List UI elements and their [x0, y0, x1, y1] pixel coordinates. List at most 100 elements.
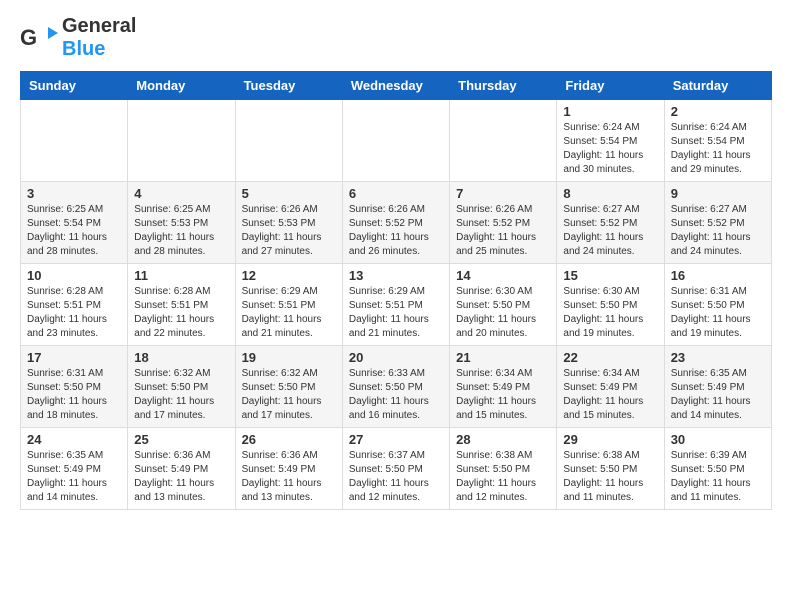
daylight: Daylight: 11 hours and 22 minutes. — [134, 314, 214, 339]
calendar-week-4: 17 Sunrise: 6:31 AM Sunset: 5:50 PM Dayl… — [21, 346, 772, 428]
daylight: Daylight: 11 hours and 12 minutes. — [349, 478, 429, 503]
day-number: 17 — [27, 350, 121, 365]
header-monday: Monday — [128, 72, 235, 100]
sunset: Sunset: 5:50 PM — [27, 382, 101, 393]
daylight: Daylight: 11 hours and 15 minutes. — [563, 396, 643, 421]
svg-text:G: G — [20, 25, 37, 50]
sunrise: Sunrise: 6:29 AM — [349, 286, 425, 297]
daylight: Daylight: 11 hours and 17 minutes. — [134, 396, 214, 421]
day-info: Sunrise: 6:34 AM Sunset: 5:49 PM Dayligh… — [563, 367, 657, 423]
day-number: 27 — [349, 432, 443, 447]
day-info: Sunrise: 6:26 AM Sunset: 5:52 PM Dayligh… — [456, 203, 550, 259]
daylight: Daylight: 11 hours and 14 minutes. — [671, 396, 751, 421]
daylight: Daylight: 11 hours and 21 minutes. — [349, 314, 429, 339]
calendar-cell: 1 Sunrise: 6:24 AM Sunset: 5:54 PM Dayli… — [557, 100, 664, 182]
sunrise: Sunrise: 6:38 AM — [456, 450, 532, 461]
sunset: Sunset: 5:50 PM — [242, 382, 316, 393]
daylight: Daylight: 11 hours and 18 minutes. — [27, 396, 107, 421]
calendar-cell: 4 Sunrise: 6:25 AM Sunset: 5:53 PM Dayli… — [128, 182, 235, 264]
calendar-cell: 11 Sunrise: 6:28 AM Sunset: 5:51 PM Dayl… — [128, 264, 235, 346]
sunrise: Sunrise: 6:34 AM — [456, 368, 532, 379]
daylight: Daylight: 11 hours and 29 minutes. — [671, 150, 751, 175]
day-info: Sunrise: 6:33 AM Sunset: 5:50 PM Dayligh… — [349, 367, 443, 423]
day-info: Sunrise: 6:37 AM Sunset: 5:50 PM Dayligh… — [349, 449, 443, 505]
sunrise: Sunrise: 6:26 AM — [456, 204, 532, 215]
logo-blue: Blue — [62, 38, 105, 60]
sunrise: Sunrise: 6:31 AM — [27, 368, 103, 379]
calendar-cell: 6 Sunrise: 6:26 AM Sunset: 5:52 PM Dayli… — [342, 182, 449, 264]
sunset: Sunset: 5:50 PM — [563, 464, 637, 475]
daylight: Daylight: 11 hours and 24 minutes. — [563, 232, 643, 257]
sunrise: Sunrise: 6:37 AM — [349, 450, 425, 461]
sunset: Sunset: 5:50 PM — [456, 464, 530, 475]
day-info: Sunrise: 6:35 AM Sunset: 5:49 PM Dayligh… — [27, 449, 121, 505]
day-number: 11 — [134, 268, 228, 283]
day-info: Sunrise: 6:34 AM Sunset: 5:49 PM Dayligh… — [456, 367, 550, 423]
day-number: 3 — [27, 186, 121, 201]
daylight: Daylight: 11 hours and 13 minutes. — [134, 478, 214, 503]
calendar-cell: 13 Sunrise: 6:29 AM Sunset: 5:51 PM Dayl… — [342, 264, 449, 346]
sunset: Sunset: 5:50 PM — [671, 464, 745, 475]
sunset: Sunset: 5:49 PM — [563, 382, 637, 393]
day-info: Sunrise: 6:28 AM Sunset: 5:51 PM Dayligh… — [27, 285, 121, 341]
calendar-week-3: 10 Sunrise: 6:28 AM Sunset: 5:51 PM Dayl… — [21, 264, 772, 346]
daylight: Daylight: 11 hours and 27 minutes. — [242, 232, 322, 257]
daylight: Daylight: 11 hours and 28 minutes. — [134, 232, 214, 257]
calendar-cell: 18 Sunrise: 6:32 AM Sunset: 5:50 PM Dayl… — [128, 346, 235, 428]
sunrise: Sunrise: 6:32 AM — [242, 368, 318, 379]
day-number: 2 — [671, 104, 765, 119]
calendar-cell: 17 Sunrise: 6:31 AM Sunset: 5:50 PM Dayl… — [21, 346, 128, 428]
sunset: Sunset: 5:53 PM — [134, 218, 208, 229]
day-info: Sunrise: 6:27 AM Sunset: 5:52 PM Dayligh… — [563, 203, 657, 259]
sunrise: Sunrise: 6:32 AM — [134, 368, 210, 379]
day-number: 16 — [671, 268, 765, 283]
sunset: Sunset: 5:52 PM — [563, 218, 637, 229]
calendar-cell: 12 Sunrise: 6:29 AM Sunset: 5:51 PM Dayl… — [235, 264, 342, 346]
day-number: 22 — [563, 350, 657, 365]
calendar-cell: 23 Sunrise: 6:35 AM Sunset: 5:49 PM Dayl… — [664, 346, 771, 428]
calendar-cell — [128, 100, 235, 182]
day-number: 13 — [349, 268, 443, 283]
day-number: 25 — [134, 432, 228, 447]
header-sunday: Sunday — [21, 72, 128, 100]
calendar-cell: 20 Sunrise: 6:33 AM Sunset: 5:50 PM Dayl… — [342, 346, 449, 428]
day-number: 21 — [456, 350, 550, 365]
daylight: Daylight: 11 hours and 11 minutes. — [563, 478, 643, 503]
daylight: Daylight: 11 hours and 26 minutes. — [349, 232, 429, 257]
calendar-week-5: 24 Sunrise: 6:35 AM Sunset: 5:49 PM Dayl… — [21, 428, 772, 510]
header-wednesday: Wednesday — [342, 72, 449, 100]
day-info: Sunrise: 6:26 AM Sunset: 5:52 PM Dayligh… — [349, 203, 443, 259]
sunset: Sunset: 5:49 PM — [671, 382, 745, 393]
day-number: 18 — [134, 350, 228, 365]
daylight: Daylight: 11 hours and 12 minutes. — [456, 478, 536, 503]
sunset: Sunset: 5:50 PM — [456, 300, 530, 311]
sunset: Sunset: 5:51 PM — [27, 300, 101, 311]
day-info: Sunrise: 6:24 AM Sunset: 5:54 PM Dayligh… — [671, 121, 765, 177]
calendar-cell: 8 Sunrise: 6:27 AM Sunset: 5:52 PM Dayli… — [557, 182, 664, 264]
day-number: 5 — [242, 186, 336, 201]
logo: G General Blue — [20, 15, 136, 61]
sunset: Sunset: 5:52 PM — [671, 218, 745, 229]
sunset: Sunset: 5:50 PM — [349, 464, 423, 475]
sunrise: Sunrise: 6:24 AM — [563, 122, 639, 133]
daylight: Daylight: 11 hours and 24 minutes. — [671, 232, 751, 257]
day-info: Sunrise: 6:25 AM Sunset: 5:53 PM Dayligh… — [134, 203, 228, 259]
calendar-cell: 29 Sunrise: 6:38 AM Sunset: 5:50 PM Dayl… — [557, 428, 664, 510]
day-number: 7 — [456, 186, 550, 201]
day-info: Sunrise: 6:39 AM Sunset: 5:50 PM Dayligh… — [671, 449, 765, 505]
day-number: 29 — [563, 432, 657, 447]
day-info: Sunrise: 6:30 AM Sunset: 5:50 PM Dayligh… — [456, 285, 550, 341]
calendar-cell: 10 Sunrise: 6:28 AM Sunset: 5:51 PM Dayl… — [21, 264, 128, 346]
sunrise: Sunrise: 6:27 AM — [563, 204, 639, 215]
page-header: G General Blue — [20, 15, 772, 61]
sunrise: Sunrise: 6:28 AM — [27, 286, 103, 297]
sunset: Sunset: 5:54 PM — [671, 136, 745, 147]
calendar-week-1: 1 Sunrise: 6:24 AM Sunset: 5:54 PM Dayli… — [21, 100, 772, 182]
sunset: Sunset: 5:52 PM — [456, 218, 530, 229]
day-number: 24 — [27, 432, 121, 447]
sunset: Sunset: 5:51 PM — [242, 300, 316, 311]
day-info: Sunrise: 6:27 AM Sunset: 5:52 PM Dayligh… — [671, 203, 765, 259]
sunrise: Sunrise: 6:36 AM — [242, 450, 318, 461]
sunrise: Sunrise: 6:27 AM — [671, 204, 747, 215]
calendar-cell: 7 Sunrise: 6:26 AM Sunset: 5:52 PM Dayli… — [450, 182, 557, 264]
